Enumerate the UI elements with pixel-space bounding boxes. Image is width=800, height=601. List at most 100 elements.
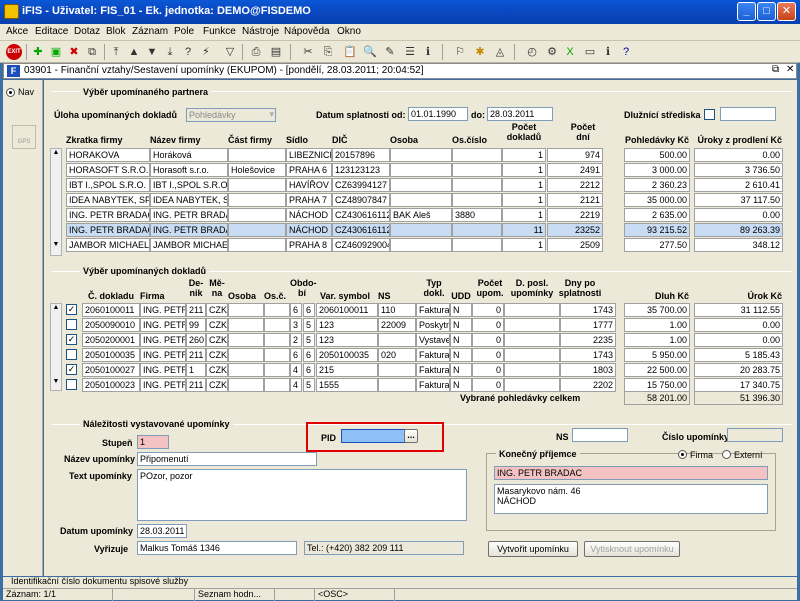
execute-query-icon[interactable]: ⚡ xyxy=(198,44,214,60)
menu-napoveda[interactable]: Nápověda xyxy=(284,26,330,37)
scroll-up-icon[interactable]: ▲ xyxy=(51,304,61,311)
partner-cell-osoba[interactable] xyxy=(390,238,452,252)
doc-cell-dny-po[interactable]: 2235 xyxy=(560,333,616,347)
partner-cell-pohledavky[interactable]: 2 360.23 xyxy=(624,178,690,192)
doc-select-checkbox[interactable] xyxy=(66,349,77,360)
doc-cell-dny-po[interactable]: 1743 xyxy=(560,303,616,317)
partner-cell-dic[interactable]: 123123123 xyxy=(332,163,390,177)
partner-cell-osoba[interactable] xyxy=(390,223,452,237)
doc-cell-typ[interactable]: Faktura xyxy=(416,363,450,377)
partner-cell-pohledavky[interactable]: 2 635.00 xyxy=(624,208,690,222)
star-icon[interactable]: ✱ xyxy=(472,44,488,60)
doc-cell-udd[interactable]: N xyxy=(450,378,472,392)
doc-cell-firma[interactable]: ING. PETR B xyxy=(140,363,186,377)
partner-cell-zkratka[interactable]: ING. PETR BRADAC xyxy=(66,208,150,222)
partner-cell-pocet-dokladu[interactable]: 1 xyxy=(502,163,546,177)
pid-field[interactable] xyxy=(341,429,406,443)
doc-cell-osc[interactable] xyxy=(264,318,290,332)
doc-cell-obdobi2[interactable]: 5 xyxy=(303,333,315,347)
partner-cell-pocet-dni[interactable]: 2491 xyxy=(547,163,603,177)
partner-cell-uroky[interactable]: 37 117.50 xyxy=(694,193,783,207)
doc-cell-ns[interactable] xyxy=(378,333,416,347)
doc-cell-denik[interactable]: 260 xyxy=(186,333,206,347)
doc-cell-obdobi2[interactable]: 6 xyxy=(303,303,315,317)
doc-cell-varsymbol[interactable]: 215 xyxy=(316,363,378,377)
doc-cell-urok[interactable]: 31 112.55 xyxy=(694,303,783,317)
doc-cell-pocet-upom[interactable]: 0 xyxy=(472,318,504,332)
partner-cell-oscislo[interactable] xyxy=(452,223,502,237)
last-record-icon[interactable]: ⤓ xyxy=(162,44,178,60)
partner-cell-osoba[interactable] xyxy=(390,148,452,162)
doc-cell-osoba[interactable] xyxy=(228,378,264,392)
partner-cell-uroky[interactable]: 2 610.41 xyxy=(694,178,783,192)
doc-select-checkbox[interactable] xyxy=(66,319,77,330)
partner-cell-pocet-dni[interactable]: 2219 xyxy=(547,208,603,222)
menu-pole[interactable]: Pole xyxy=(174,26,194,37)
partner-cell-cast[interactable] xyxy=(228,178,286,192)
partner-cell-sidlo[interactable]: HAVÍŘOV - xyxy=(286,178,332,192)
doc-cell-denik[interactable]: 211 xyxy=(186,303,206,317)
doc-cell-udd[interactable]: N xyxy=(450,318,472,332)
partner-cell-sidlo[interactable]: PRAHA 8 xyxy=(286,238,332,252)
doc-cell-firma[interactable]: ING. PETR B xyxy=(140,333,186,347)
doc-cell-osc[interactable] xyxy=(264,378,290,392)
nav-radio[interactable] xyxy=(6,88,15,97)
edit-icon[interactable]: ✎ xyxy=(382,44,398,60)
doc-cell-obdobi2[interactable]: 5 xyxy=(303,378,315,392)
doc-cell-urok[interactable]: 0.00 xyxy=(694,333,783,347)
gps-button[interactable]: GPS xyxy=(12,125,36,149)
partner-cell-pocet-dokladu[interactable]: 1 xyxy=(502,238,546,252)
partner-cell-nazev[interactable]: Horáková xyxy=(150,148,228,162)
menu-nastroje[interactable]: Nástroje xyxy=(242,26,279,37)
doc-cell-varsymbol[interactable]: 1555 xyxy=(316,378,378,392)
partner-cell-dic[interactable]: CZ430616112 xyxy=(332,208,390,222)
text-area[interactable]: POzor, pozor xyxy=(137,469,467,521)
scroll-down-icon[interactable]: ▼ xyxy=(51,378,61,385)
doc-cell-typ[interactable]: Faktura xyxy=(416,378,450,392)
partner-cell-zkratka[interactable]: HORASOFT S.R.O. Ho xyxy=(66,163,150,177)
form-close-icon[interactable]: ✕ xyxy=(786,64,794,75)
zoom-icon[interactable]: 🔍 xyxy=(362,44,378,60)
partner-cell-uroky[interactable]: 348.12 xyxy=(694,238,783,252)
doc-cell-obdobi1[interactable]: 4 xyxy=(290,363,302,377)
doc-cell-osoba[interactable] xyxy=(228,303,264,317)
doc-cell-denik[interactable]: 99 xyxy=(186,318,206,332)
menu-editace[interactable]: Editace xyxy=(35,26,68,37)
partner-cell-osoba[interactable]: BAK Aleš xyxy=(390,208,452,222)
restore-icon[interactable]: ⧉ xyxy=(772,64,779,75)
partner-cell-sidlo[interactable]: NÁCHOD xyxy=(286,208,332,222)
preview-icon[interactable]: ▤ xyxy=(268,44,284,60)
partner-cell-dic[interactable]: 20157896 xyxy=(332,148,390,162)
doc-cell-obdobi2[interactable]: 6 xyxy=(303,348,315,362)
doc-cell-mena[interactable]: CZK xyxy=(206,363,228,377)
calculator-icon[interactable]: ◴ xyxy=(524,44,540,60)
doc-cell-ns[interactable] xyxy=(378,363,416,377)
paste-icon[interactable]: 📋 xyxy=(342,44,358,60)
partner-cell-pocet-dokladu[interactable]: 11 xyxy=(502,223,546,237)
partner-cell-zkratka[interactable]: ING. PETR BRADAC xyxy=(66,223,150,237)
doc-cell-mena[interactable]: CZK xyxy=(206,378,228,392)
eye-icon[interactable]: ◬ xyxy=(492,44,508,60)
first-record-icon[interactable]: ⤒ xyxy=(108,44,124,60)
next-record-icon[interactable]: ▼ xyxy=(144,44,160,60)
partner-cell-zkratka[interactable]: HORAKOVA xyxy=(66,148,150,162)
doc-cell-dluh[interactable]: 1.00 xyxy=(624,333,690,347)
doc-cell-mena[interactable]: CZK xyxy=(206,348,228,362)
doc-cell-dposl[interactable] xyxy=(504,318,560,332)
doc-cell-dluh[interactable]: 5 950.00 xyxy=(624,348,690,362)
doc-cell-dny-po[interactable]: 1777 xyxy=(560,318,616,332)
doc-cell-typ[interactable]: Vystave xyxy=(416,333,450,347)
doc-cell-ns[interactable] xyxy=(378,378,416,392)
partner-cell-pohledavky[interactable]: 277.50 xyxy=(624,238,690,252)
doc-cell-firma[interactable]: ING. PETR B xyxy=(140,318,186,332)
filter-icon[interactable]: ▽ xyxy=(222,44,238,60)
handler-field[interactable]: Malkus Tomáš 1346 xyxy=(137,541,297,555)
partner-cell-oscislo[interactable] xyxy=(452,178,502,192)
doc-cell-varsymbol[interactable]: 2050100035 xyxy=(316,348,378,362)
doc-cell-urok[interactable]: 5 185.43 xyxy=(694,348,783,362)
partner-cell-dic[interactable]: CZ460929004 xyxy=(332,238,390,252)
partner-cell-zkratka[interactable]: JAMBOR MICHAEL xyxy=(66,238,150,252)
partner-cell-zkratka[interactable]: IDEA NABYTEK, SPOL xyxy=(66,193,150,207)
partner-cell-nazev[interactable]: Horasoft s.r.o. xyxy=(150,163,228,177)
task-select[interactable]: Pohledávky ▾ xyxy=(186,108,276,122)
